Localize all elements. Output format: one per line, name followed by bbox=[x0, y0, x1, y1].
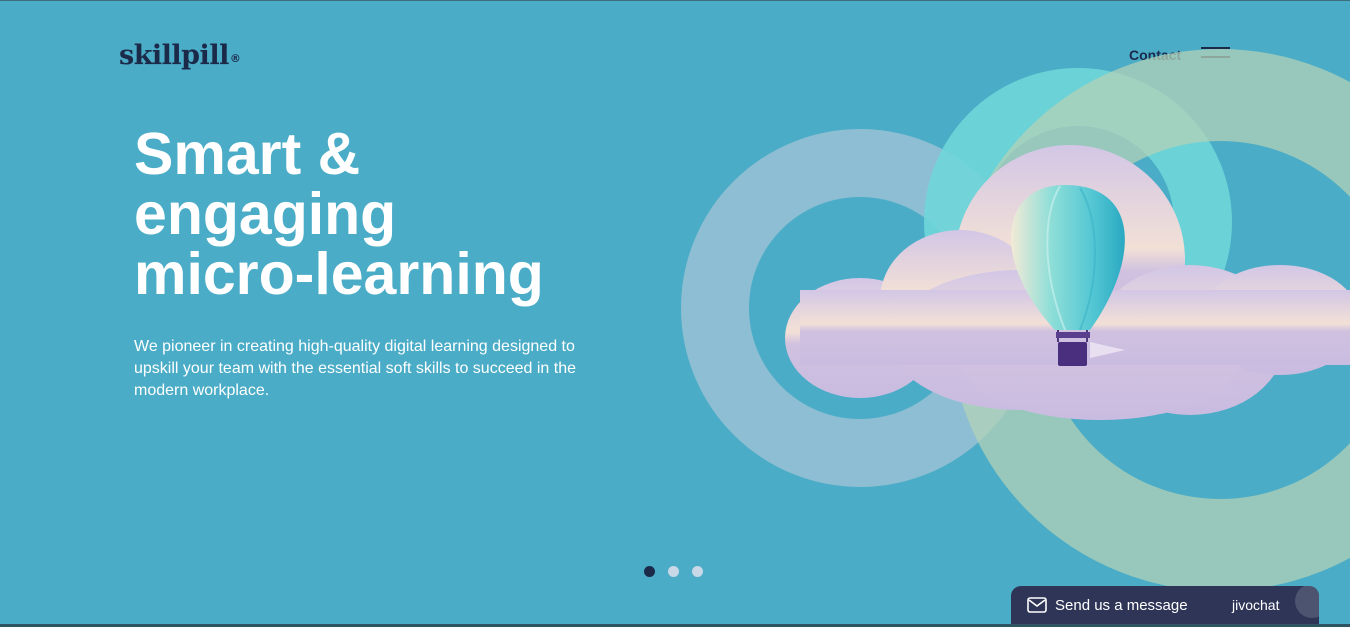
chat-corner-decoration bbox=[1295, 586, 1319, 618]
top-border bbox=[0, 0, 1350, 1]
chat-label: Send us a message bbox=[1055, 597, 1188, 614]
chat-widget-button[interactable]: Send us a message jivochat bbox=[1011, 586, 1319, 627]
headline-line: Smart & bbox=[134, 121, 361, 187]
carousel-dots bbox=[644, 564, 716, 577]
carousel-dot-2[interactable] bbox=[668, 566, 679, 577]
hero-subtitle: We pioneer in creating high-quality digi… bbox=[134, 338, 576, 399]
hero-headline: Smart & engaging micro-learning bbox=[134, 124, 544, 304]
chat-brand: jivochat bbox=[1232, 597, 1280, 613]
carousel-dot-1[interactable] bbox=[644, 566, 655, 577]
logo[interactable]: skillpill® bbox=[119, 40, 241, 71]
hot-air-balloon-illustration bbox=[681, 49, 1350, 591]
registered-mark: ® bbox=[229, 52, 241, 65]
headline-line: micro-learning bbox=[134, 241, 544, 307]
logo-text: skillpill bbox=[119, 40, 229, 71]
carousel-dot-3[interactable] bbox=[692, 566, 703, 577]
headline-line: engaging bbox=[134, 181, 397, 247]
envelope-icon bbox=[1027, 597, 1047, 613]
